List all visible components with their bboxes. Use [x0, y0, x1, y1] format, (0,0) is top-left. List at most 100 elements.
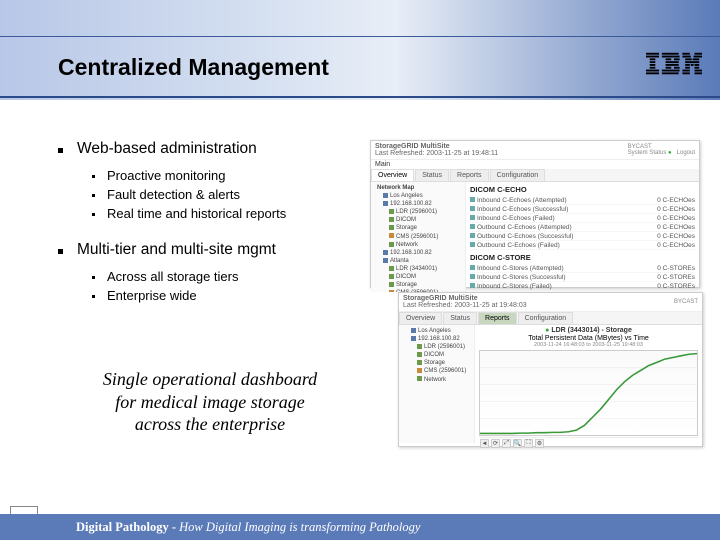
- tree-node[interactable]: DICOM: [396, 274, 416, 280]
- tree-node[interactable]: LDR (3434001): [396, 266, 437, 272]
- last-refreshed: Last Refreshed: 2003-11-25 at 19:48:11: [375, 150, 498, 157]
- bullet-text: Enterprise wide: [107, 288, 197, 303]
- tab-status[interactable]: Status: [443, 312, 477, 324]
- bullet-marker-icon: [92, 276, 95, 279]
- tree-node[interactable]: 192.168.100.82: [390, 201, 432, 207]
- tree-node[interactable]: Atlanta: [390, 258, 409, 264]
- tree-node[interactable]: Los Angeles: [418, 328, 451, 334]
- chart-label: Total Persistent Data (MBytes) vs Time: [479, 335, 698, 342]
- bullet-text: Fault detection & alerts: [107, 187, 240, 202]
- network-tree[interactable]: Network Map Los Angeles 192.168.100.82 L…: [371, 182, 466, 292]
- header-band: [0, 0, 720, 100]
- tree-node[interactable]: Storage: [396, 225, 417, 231]
- tree-node[interactable]: LDR (2596001): [396, 209, 437, 215]
- header-divider-bottom: [0, 96, 720, 98]
- app-title: StorageGRID MultiSite: [403, 295, 478, 302]
- network-tree[interactable]: Los Angeles 192.168.100.82 LDR (2596001)…: [399, 325, 475, 443]
- tab-overview[interactable]: Overview: [399, 312, 442, 324]
- highlight-callout: Single operational dashboard for medical…: [60, 368, 360, 436]
- main-label: Main: [371, 160, 699, 169]
- tab-overview[interactable]: Overview: [371, 169, 414, 181]
- tree-node[interactable]: Storage: [396, 282, 417, 288]
- brand-label: BYCAST: [674, 299, 698, 305]
- header-divider-top: [0, 36, 720, 37]
- footer-prefix: Digital Pathology -: [76, 520, 179, 534]
- bullet-l2: Proactive monitoring: [92, 168, 358, 183]
- chart-panel: ● LDR (3443014) - Storage Total Persiste…: [475, 325, 702, 443]
- tree-node[interactable]: CMS (2596001): [396, 234, 438, 240]
- app-header-left: StorageGRID MultiSite Last Refreshed: 20…: [403, 295, 527, 309]
- tree-node[interactable]: Network: [396, 242, 418, 248]
- page-title: Centralized Management: [58, 54, 329, 81]
- tree-node[interactable]: Network: [424, 377, 446, 383]
- tree-node[interactable]: LDR (2596001): [424, 344, 465, 350]
- toolbar-fullscreen-icon[interactable]: ⛶: [524, 439, 533, 448]
- metric-row: Inbound C-Stores (Successful)0 C-STOREs: [470, 273, 695, 282]
- app-body: Network Map Los Angeles 192.168.100.82 L…: [371, 182, 699, 292]
- chart-time-range: 2003-11-24 16:48:03 to 2003-11-25 19:48:…: [479, 342, 698, 348]
- highlight-line: Single operational dashboard: [103, 369, 317, 389]
- tree-node[interactable]: 192.168.100.82: [390, 250, 432, 256]
- tree-node[interactable]: Los Angeles: [390, 193, 423, 199]
- bullet-marker-icon: [58, 148, 63, 153]
- bullet-marker-icon: [58, 249, 63, 254]
- tab-reports[interactable]: Reports: [450, 169, 489, 181]
- tab-bar: Overview Status Reports Configuration: [399, 312, 702, 325]
- chart-title: LDR (3443014) - Storage: [551, 327, 632, 334]
- tab-reports[interactable]: Reports: [478, 312, 517, 324]
- footer-italic: How Digital Imaging is transforming Path…: [179, 520, 420, 534]
- panel-title: DICOM C-STORE: [470, 253, 695, 262]
- detail-panel: DICOM C-ECHO Inbound C-Echoes (Attempted…: [466, 182, 699, 292]
- metric-row: Outbound C-Echoes (Successful)0 C-ECHOes: [470, 232, 695, 241]
- tree-node[interactable]: Storage: [424, 360, 445, 366]
- bullet-text: Web-based administration: [77, 140, 257, 158]
- metric-row: Inbound C-Echoes (Attempted)0 C-ECHOes: [470, 196, 695, 205]
- app-title: StorageGRID MultiSite: [375, 143, 450, 150]
- tree-node[interactable]: CMS (2596001): [424, 368, 466, 374]
- metric-row: Inbound C-Stores (Failed)0 C-STOREs: [470, 282, 695, 291]
- bullet-l2: Real time and historical reports: [92, 206, 358, 221]
- app-header: StorageGRID MultiSite Last Refreshed: 20…: [371, 141, 699, 160]
- sub-bullets: Proactive monitoring Fault detection & a…: [92, 168, 358, 221]
- app-header-left: StorageGRID MultiSite Last Refreshed: 20…: [375, 143, 498, 157]
- app-body: Los Angeles 192.168.100.82 LDR (2596001)…: [399, 325, 702, 443]
- logout-link[interactable]: Logout: [677, 150, 695, 156]
- chart-plot: [479, 350, 698, 436]
- bullet-marker-icon: [92, 295, 95, 298]
- tree-node[interactable]: DICOM: [424, 352, 444, 358]
- tree-node[interactable]: DICOM: [396, 217, 416, 223]
- screenshot-report: StorageGRID MultiSite Last Refreshed: 20…: [398, 292, 703, 447]
- system-status-label: System Status: [628, 150, 667, 156]
- metric-row: Outbound C-Echoes (Failed)0 C-ECHOes: [470, 241, 695, 250]
- bullet-l2: Enterprise wide: [92, 288, 358, 303]
- metric-row: Inbound C-Echoes (Successful)0 C-ECHOes: [470, 205, 695, 214]
- footer-text: Digital Pathology - How Digital Imaging …: [76, 520, 420, 535]
- screenshot-stack: StorageGRID MultiSite Last Refreshed: 20…: [370, 140, 700, 447]
- slide: Centralized Management: [0, 0, 720, 540]
- toolbar-expand-icon[interactable]: ⤢: [502, 439, 511, 448]
- toolbar-prev-icon[interactable]: ◄: [480, 439, 489, 448]
- bullet-l1: Multi-tier and multi-site mgmt: [58, 241, 358, 259]
- bullet-l2: Fault detection & alerts: [92, 187, 358, 202]
- tab-configuration[interactable]: Configuration: [490, 169, 546, 181]
- tab-status[interactable]: Status: [415, 169, 449, 181]
- toolbar-refresh-icon[interactable]: ⟳: [491, 439, 500, 448]
- tree-title: Network Map: [377, 185, 414, 191]
- bullet-marker-icon: [92, 213, 95, 216]
- bullet-text: Proactive monitoring: [107, 168, 226, 183]
- panel-title: DICOM C-ECHO: [470, 185, 695, 194]
- highlight-line: across the enterprise: [135, 414, 285, 434]
- bullet-text: Real time and historical reports: [107, 206, 286, 221]
- metric-row: Inbound C-Echoes (Failed)0 C-ECHOes: [470, 214, 695, 223]
- app-header-right: BYCAST System Status ● Logout: [628, 144, 695, 156]
- tree-node[interactable]: 192.168.100.82: [418, 336, 460, 342]
- highlight-line: for medical image storage: [115, 392, 304, 412]
- tab-configuration[interactable]: Configuration: [518, 312, 574, 324]
- footer-bar: Digital Pathology - How Digital Imaging …: [0, 514, 720, 540]
- toolbar-zoom-icon[interactable]: 🔍: [513, 439, 522, 448]
- app-header: StorageGRID MultiSite Last Refreshed: 20…: [399, 293, 702, 312]
- toolbar-settings-icon[interactable]: ⚙: [535, 439, 544, 448]
- bullet-l1: Web-based administration: [58, 140, 358, 158]
- bullet-marker-icon: [92, 175, 95, 178]
- bullet-marker-icon: [92, 194, 95, 197]
